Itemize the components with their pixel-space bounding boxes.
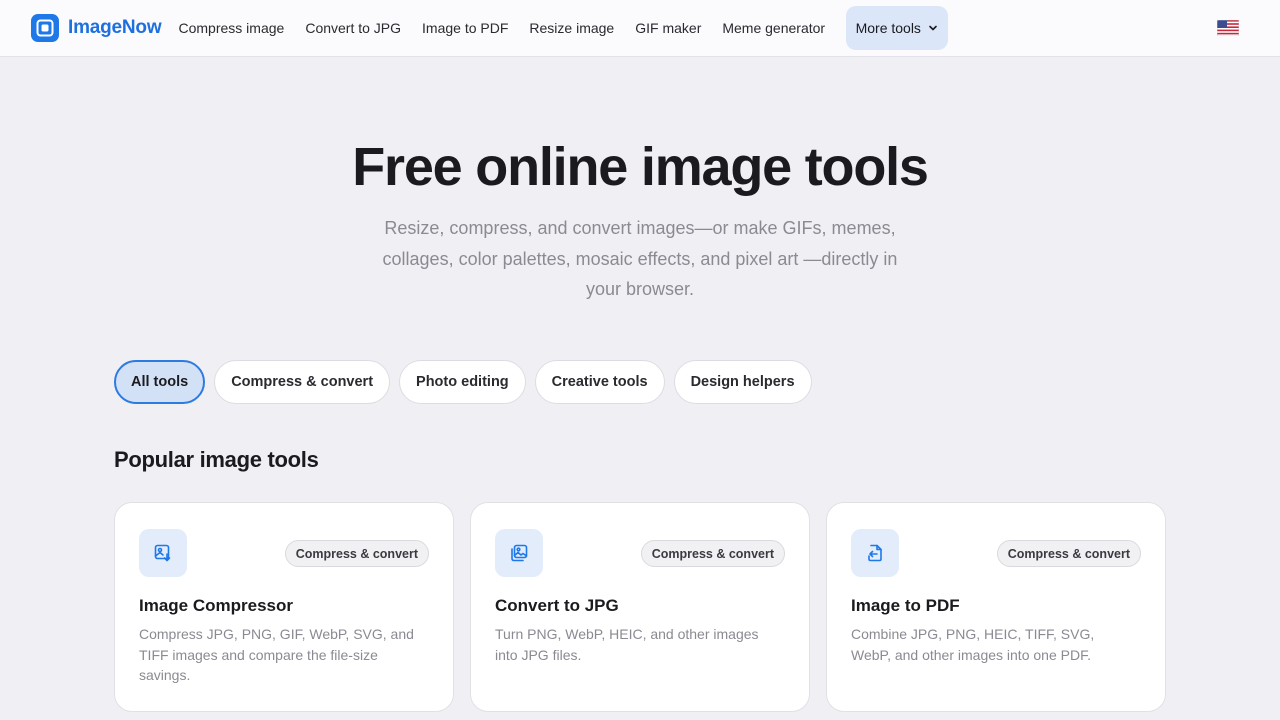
card-title: Image to PDF xyxy=(851,596,960,615)
filter-creative-tools[interactable]: Creative tools xyxy=(534,360,665,404)
filter-all-tools[interactable]: All tools xyxy=(114,360,206,404)
nav-meme-generator[interactable]: Meme generator xyxy=(712,6,836,50)
card-description: Combine JPG, PNG, HEIC, TIFF, SVG, WebP,… xyxy=(851,626,1095,663)
nav-resize-image[interactable]: Resize image xyxy=(519,6,625,50)
card-category-badge: Compress & convert xyxy=(640,540,785,567)
filter-design-helpers[interactable]: Design helpers xyxy=(673,360,812,404)
tool-card-convert-to-jpg[interactable]: Compress & convert Convert to JPG Turn P… xyxy=(470,502,810,712)
images-convert-icon xyxy=(495,529,543,577)
card-title: Image Compressor xyxy=(139,596,293,615)
image-compress-icon xyxy=(139,529,187,577)
nav-convert-to-jpg[interactable]: Convert to JPG xyxy=(295,6,412,50)
nav-gif-maker[interactable]: GIF maker xyxy=(625,6,712,50)
page-title: Free online image tools xyxy=(352,137,929,197)
page-subtitle: Resize, compress, and convert images—or … xyxy=(382,218,898,299)
tool-card-image-compressor[interactable]: Compress & convert Image Compressor Comp… xyxy=(114,502,454,712)
file-pdf-icon xyxy=(851,529,899,577)
section-heading: Popular image tools xyxy=(114,447,319,472)
more-tools-dropdown[interactable]: More tools xyxy=(845,6,948,50)
brand-logo[interactable]: ImageNow xyxy=(31,14,162,42)
nav-image-to-pdf[interactable]: Image to PDF xyxy=(412,6,519,50)
more-tools-label: More tools xyxy=(855,20,921,36)
top-navbar: ImageNow Compress image Convert to JPG I… xyxy=(0,0,1280,57)
main-nav: Compress image Convert to JPG Image to P… xyxy=(168,6,948,50)
card-description: Turn PNG, WebP, HEIC, and other images i… xyxy=(495,626,759,663)
category-filters: All tools Compress & convert Photo editi… xyxy=(114,360,812,404)
tool-card-image-to-pdf[interactable]: Compress & convert Image to PDF Combine … xyxy=(826,502,1166,712)
card-category-badge: Compress & convert xyxy=(996,540,1141,567)
card-title: Convert to JPG xyxy=(495,596,619,615)
card-description: Compress JPG, PNG, GIF, WebP, SVG, and T… xyxy=(139,626,414,683)
brand-name: ImageNow xyxy=(68,17,162,38)
filter-photo-editing[interactable]: Photo editing xyxy=(399,360,526,404)
nav-compress-image[interactable]: Compress image xyxy=(168,6,295,50)
us-flag-icon[interactable] xyxy=(1216,19,1240,37)
card-category-badge: Compress & convert xyxy=(284,540,429,567)
filter-compress-convert[interactable]: Compress & convert xyxy=(214,360,391,404)
logo-icon xyxy=(31,14,59,42)
chevron-down-icon xyxy=(928,20,938,36)
